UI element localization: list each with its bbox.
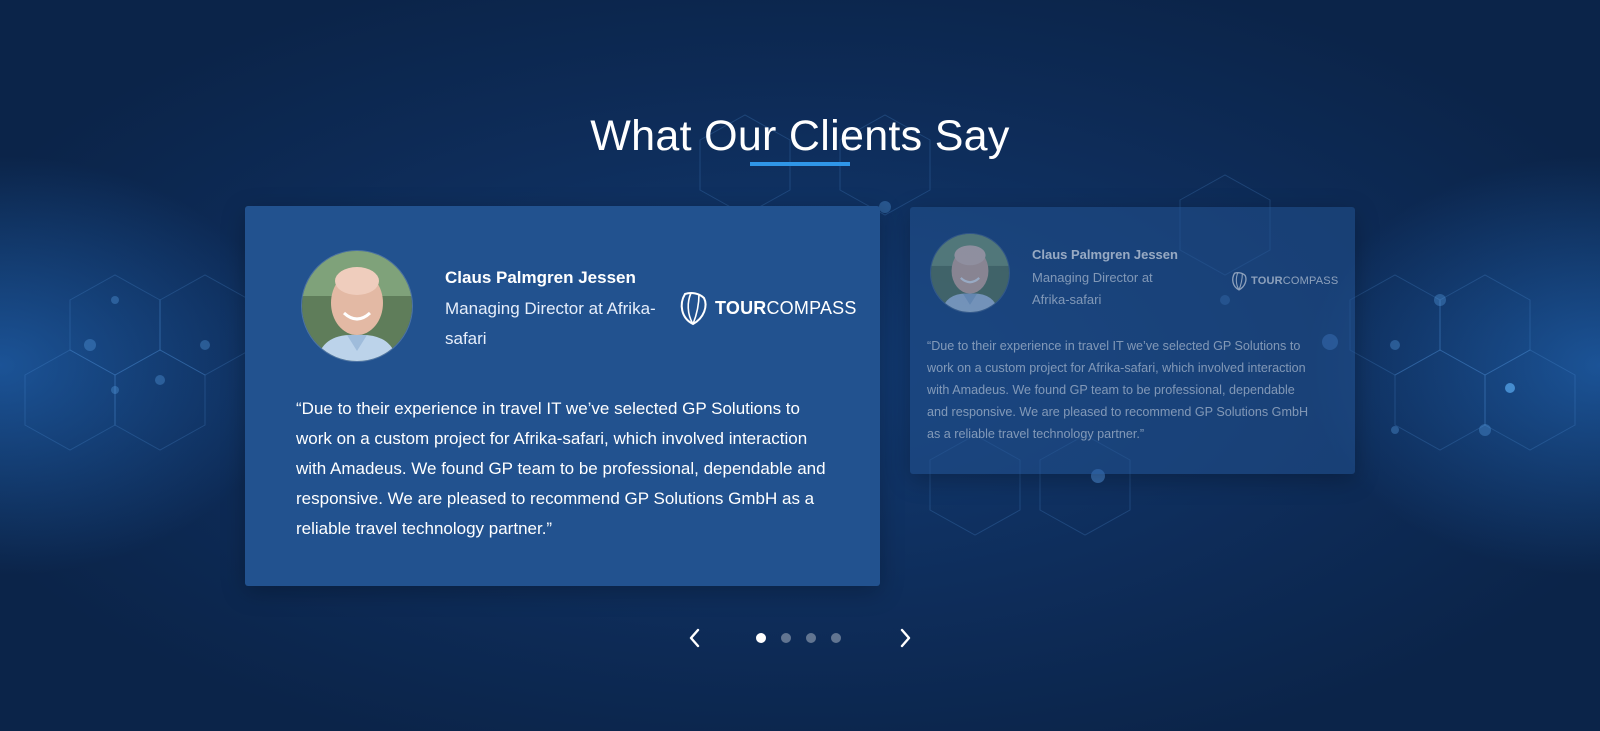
- client-avatar: [930, 233, 1010, 313]
- chevron-left-icon: [689, 628, 700, 648]
- carousel-dot-3[interactable]: [806, 633, 816, 643]
- section-title: What Our Clients Say: [590, 111, 1010, 160]
- chevron-right-icon: [900, 628, 911, 648]
- compass-shell-icon: [680, 292, 707, 326]
- client-name: Claus Palmgren Jessen: [445, 268, 636, 287]
- testimonial-quote: “Due to their experience in travel IT we…: [927, 339, 1309, 441]
- testimonial-quote: “Due to their experience in travel IT we…: [296, 399, 826, 538]
- carousel-next-button[interactable]: [894, 626, 916, 650]
- client-role: Managing Director at Afrika-safari: [445, 299, 656, 348]
- testimonial-card-next[interactable]: Claus Palmgren Jessen Managing Director …: [910, 207, 1355, 474]
- carousel-dot-2[interactable]: [781, 633, 791, 643]
- client-avatar: [301, 250, 413, 362]
- testimonial-card-active: Claus Palmgren Jessen Managing Director …: [245, 206, 880, 586]
- tourcompass-logo: TOURCOMPASS: [677, 290, 857, 326]
- carousel-dot-4[interactable]: [831, 633, 841, 643]
- client-name: Claus Palmgren Jessen: [1032, 247, 1178, 262]
- carousel-prev-button[interactable]: [684, 626, 706, 650]
- title-underline: [750, 162, 850, 166]
- client-role: Managing Director at Afrika-safari: [1032, 270, 1153, 307]
- tourcompass-logo: TOURCOMPASS: [1230, 271, 1338, 291]
- carousel-dots: [756, 633, 841, 643]
- carousel-dot-1[interactable]: [756, 633, 766, 643]
- compass-shell-icon: [1232, 272, 1247, 291]
